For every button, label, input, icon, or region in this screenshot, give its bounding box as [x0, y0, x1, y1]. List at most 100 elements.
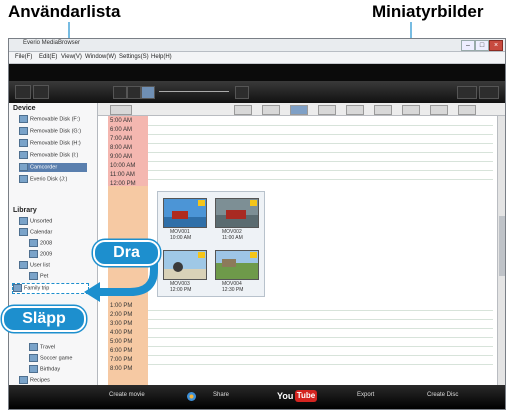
- thumb-caption: MOV004 12:30 PM: [222, 281, 244, 293]
- maximize-button[interactable]: □: [475, 40, 489, 51]
- bottom-bar: Create movie Share You Tube Export Creat…: [9, 385, 505, 409]
- library-heading: Library: [13, 207, 37, 214]
- grid-view-icon[interactable]: [113, 86, 127, 99]
- grid-line: [148, 170, 493, 171]
- thumb-caption: MOV003 12:00 PM: [170, 281, 192, 293]
- nav-button[interactable]: [458, 105, 476, 115]
- menu-settings[interactable]: Settings(S): [119, 54, 149, 60]
- drag-label: Dra: [93, 240, 160, 266]
- thumbnail[interactable]: [215, 198, 259, 228]
- share-button[interactable]: Share: [213, 392, 229, 398]
- calendar-view-icon[interactable]: [141, 86, 155, 99]
- folder-icon: [19, 376, 28, 384]
- export-button[interactable]: Export: [357, 392, 374, 398]
- time-label: 8:00 PM: [110, 366, 133, 372]
- device-item-selected[interactable]: Camcorder: [19, 163, 87, 172]
- nav-button[interactable]: [234, 105, 252, 115]
- device-item[interactable]: Removable Disk (F:): [19, 115, 80, 124]
- nav-button-selected[interactable]: [290, 105, 308, 115]
- share-icon: [187, 392, 196, 401]
- grid-line: [148, 355, 493, 356]
- menu-help[interactable]: Help(H): [151, 54, 172, 60]
- nav-button[interactable]: [262, 105, 280, 115]
- back-button[interactable]: [110, 105, 132, 115]
- menu-file[interactable]: File(F): [15, 54, 32, 60]
- menu-view[interactable]: View(V): [61, 54, 82, 60]
- edit-icon[interactable]: [479, 86, 499, 99]
- list-icon: [29, 272, 38, 280]
- library-item[interactable]: Travel: [29, 343, 55, 352]
- scroll-thumb[interactable]: [499, 216, 505, 276]
- window-title: Everio MediaBrowser: [23, 40, 81, 46]
- grid-line: [148, 143, 493, 144]
- library-item[interactable]: Recipes: [19, 376, 50, 385]
- nav-button[interactable]: [430, 105, 448, 115]
- calendar-icon: [29, 250, 38, 258]
- library-item-family-trip[interactable]: Family trip: [12, 283, 89, 294]
- calendar-icon: [29, 239, 38, 247]
- thumbnail[interactable]: [215, 250, 259, 280]
- tools-button[interactable]: [33, 85, 49, 99]
- time-label: 4:00 PM: [110, 330, 133, 336]
- drop-label: Släpp: [2, 306, 86, 332]
- grid-line: [148, 134, 493, 135]
- device-item[interactable]: Removable Disk (I:): [19, 151, 78, 160]
- time-label: 10:00 AM: [110, 163, 136, 169]
- device-item[interactable]: Everio Disk (J:): [19, 175, 67, 184]
- youtube-button[interactable]: You Tube: [277, 390, 319, 403]
- nav-button[interactable]: [318, 105, 336, 115]
- vertical-scrollbar[interactable]: [497, 116, 505, 385]
- minimize-button[interactable]: –: [461, 40, 475, 51]
- menu-edit[interactable]: Edit(E): [39, 54, 57, 60]
- display-button[interactable]: [457, 86, 477, 99]
- time-label: 6:00 AM: [110, 127, 133, 133]
- youtube-logo: You: [277, 391, 294, 401]
- library-item[interactable]: Soccer game: [29, 354, 72, 363]
- zoom-slider[interactable]: [159, 91, 229, 92]
- thumb-caption: MOV002 11:00 AM: [222, 229, 243, 241]
- grid-line: [148, 337, 493, 338]
- time-label: 7:00 AM: [110, 136, 133, 142]
- time-label: 9:00 AM: [110, 154, 133, 160]
- time-label: 7:00 PM: [110, 357, 133, 363]
- camcorder-icon: [19, 163, 28, 171]
- nav-button[interactable]: [346, 105, 364, 115]
- nav-button[interactable]: [402, 105, 420, 115]
- close-button[interactable]: ×: [489, 40, 503, 51]
- disk-icon: [19, 139, 28, 147]
- grid-line: [148, 179, 493, 180]
- thumbnail[interactable]: [163, 198, 207, 228]
- folder-icon: [19, 217, 28, 225]
- library-item[interactable]: 2009: [29, 250, 52, 259]
- thumb-caption: MOV001 10:00 AM: [170, 229, 192, 241]
- list-view-icon[interactable]: [127, 86, 141, 99]
- device-heading: Device: [13, 105, 36, 112]
- library-item[interactable]: 2008: [29, 239, 52, 248]
- add-button[interactable]: [15, 85, 31, 99]
- device-item[interactable]: Removable Disk (G:): [19, 127, 81, 136]
- library-item[interactable]: Birthday: [29, 365, 60, 374]
- preview-button[interactable]: [235, 86, 249, 99]
- time-label: 11:00 AM: [110, 172, 135, 178]
- time-label: 6:00 PM: [110, 348, 133, 354]
- library-item[interactable]: Unsorted: [19, 217, 52, 226]
- calendar-icon: [19, 228, 28, 236]
- create-movie-button[interactable]: Create movie: [109, 392, 145, 398]
- library-item[interactable]: User list: [19, 261, 50, 270]
- list-icon: [29, 354, 38, 362]
- library-item[interactable]: Pet: [29, 272, 48, 281]
- time-label: 2:00 PM: [110, 312, 133, 318]
- nav-button[interactable]: [374, 105, 392, 115]
- menu-window[interactable]: Window(W): [85, 54, 116, 60]
- create-disc-button[interactable]: Create Disc: [427, 392, 458, 398]
- list-icon: [29, 365, 38, 373]
- grid-line: [148, 364, 493, 365]
- list-icon: [13, 284, 22, 292]
- grid-line: [148, 328, 493, 329]
- device-item[interactable]: Removable Disk (H:): [19, 139, 81, 148]
- library-item[interactable]: Calendar: [19, 228, 52, 237]
- disk-icon: [19, 127, 28, 135]
- date-nav-strip: [98, 103, 505, 116]
- thumbnail-panel: MOV001 10:00 AM MOV002 11:00 AM MOV003 12:0…: [157, 191, 265, 297]
- time-label: 3:00 PM: [110, 321, 133, 327]
